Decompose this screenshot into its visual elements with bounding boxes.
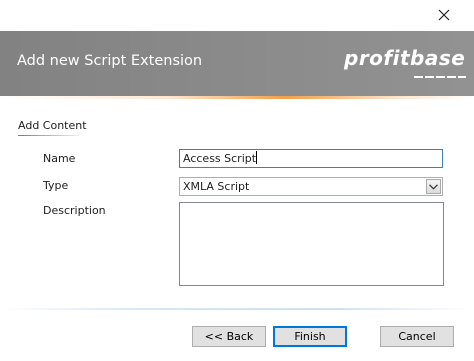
type-select[interactable]: XMLA Script [179, 177, 443, 196]
type-dropdown-button[interactable] [426, 179, 441, 194]
back-button[interactable]: << Back [192, 326, 266, 347]
section-title: Add Content [18, 119, 87, 132]
description-label: Description [43, 204, 106, 217]
name-input[interactable]: Access Script [179, 149, 443, 168]
section-underline [18, 135, 80, 136]
chevron-down-icon [429, 183, 438, 190]
finish-button[interactable]: Finish [273, 326, 347, 347]
profitbase-logo: profitbase [344, 42, 470, 84]
dialog-title: Add new Script Extension [17, 53, 203, 69]
header-accent-line [0, 96, 474, 99]
description-textarea[interactable] [179, 202, 444, 286]
footer-divider [0, 308, 474, 310]
cancel-button[interactable]: Cancel [380, 326, 454, 347]
add-script-extension-dialog: Add new Script Extension profitbase Add … [0, 0, 474, 361]
text-caret [256, 151, 258, 164]
header-banner: Add new Script Extension profitbase [0, 31, 474, 96]
logo-text: profitbase [344, 46, 466, 70]
close-button[interactable] [428, 2, 460, 28]
logo-underline-icon [414, 76, 466, 78]
close-icon [438, 9, 450, 21]
name-label: Name [43, 152, 76, 165]
type-select-value: XMLA Script [183, 180, 250, 193]
type-label: Type [43, 179, 69, 192]
name-input-value: Access Script [183, 152, 257, 165]
